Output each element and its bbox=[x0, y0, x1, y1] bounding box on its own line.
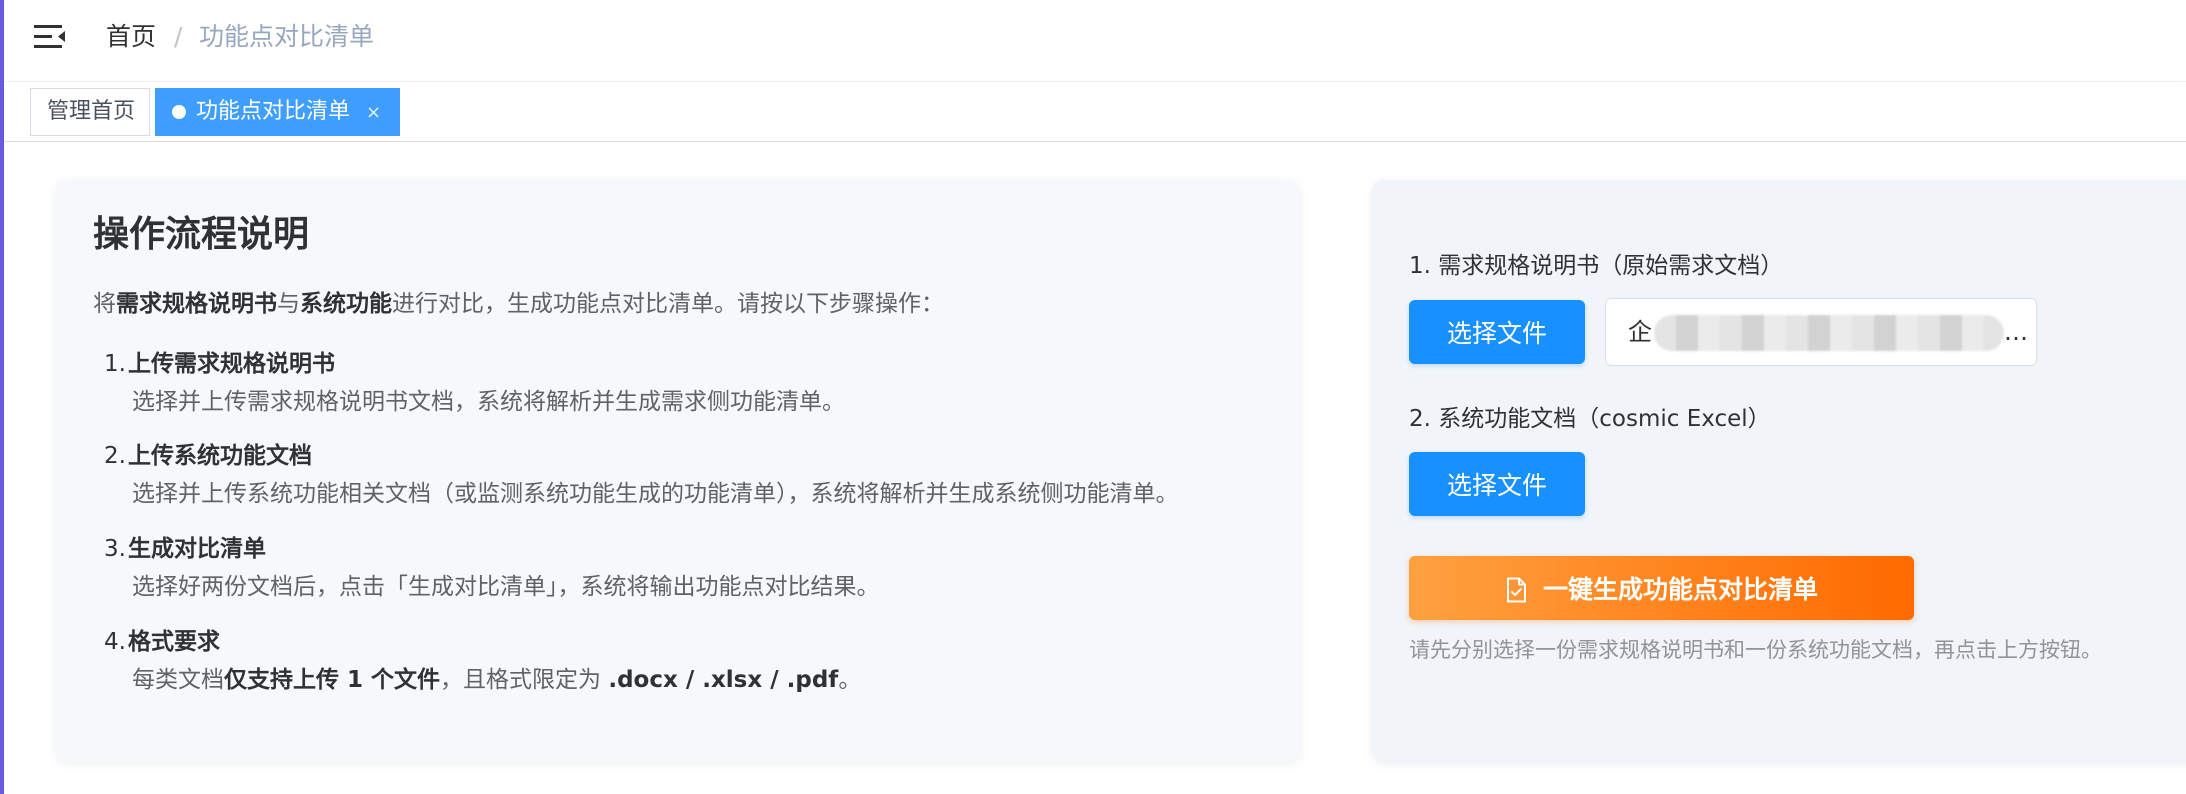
format-single-file: 仅支持上传 1 个文件 bbox=[224, 667, 441, 693]
spec-file-name: 企… bbox=[1605, 298, 2037, 366]
step-3: 3.生成对比清单 选择好两份文档后，点击「生成对比清单」，系统将输出功能点对比结… bbox=[104, 533, 1284, 603]
choose-system-file-button[interactable]: 选择文件 bbox=[1409, 452, 1585, 516]
format-extensions: .docx / .xlsx / .pdf bbox=[608, 667, 839, 693]
step-description: 每类文档仅支持上传 1 个文件，且格式限定为 .docx / .xlsx / .… bbox=[104, 664, 1284, 696]
step-1: 1.上传需求规格说明书 选择并上传需求规格说明书文档，系统将解析并生成需求侧功能… bbox=[104, 348, 1284, 418]
menu-fold-icon[interactable] bbox=[32, 22, 68, 52]
breadcrumb-separator: / bbox=[174, 22, 183, 51]
spec-doc-label: 1. 需求规格说明书（原始需求文档） bbox=[1409, 253, 1784, 279]
tag-function-compare[interactable]: 功能点对比清单 × bbox=[155, 88, 400, 136]
instructions-card: 操作流程说明 将需求规格说明书与系统功能进行对比，生成功能点对比清单。请按以下步… bbox=[56, 180, 1300, 762]
app: 首页 / 功能点对比清单 管理首页 功能点对比清单 × 操作流程说明 将需求规格说… bbox=[0, 0, 2186, 794]
instructions-title: 操作流程说明 bbox=[93, 214, 310, 255]
document-check-icon bbox=[1505, 577, 1527, 603]
file-name-ellipsis: … bbox=[2004, 318, 2028, 346]
generate-compare-label: 一键生成功能点对比清单 bbox=[1542, 575, 1818, 604]
generate-compare-button[interactable]: 一键生成功能点对比清单 bbox=[1409, 556, 1914, 620]
intro-spec: 需求规格说明书 bbox=[116, 291, 277, 317]
step-number: 2. bbox=[104, 443, 126, 469]
step-title: 上传系统功能文档 bbox=[128, 443, 312, 469]
format-mid: ，且格式限定为 bbox=[440, 667, 609, 693]
tag-active-label: 功能点对比清单 bbox=[196, 99, 351, 124]
intro-system: 系统功能 bbox=[300, 291, 392, 317]
file-name-prefix: 企 bbox=[1628, 318, 1652, 346]
intro-prefix: 将 bbox=[93, 291, 116, 317]
step-title: 生成对比清单 bbox=[128, 536, 266, 562]
close-icon[interactable]: × bbox=[366, 90, 381, 136]
tag-home[interactable]: 管理首页 bbox=[30, 88, 150, 136]
intro-suffix: 进行对比，生成功能点对比清单。请按以下步骤操作： bbox=[392, 291, 944, 317]
breadcrumb-home[interactable]: 首页 bbox=[106, 20, 156, 54]
redacted-filename bbox=[1654, 315, 2004, 351]
tag-home-label: 管理首页 bbox=[47, 99, 136, 124]
step-description: 选择并上传系统功能相关文档（或监测系统功能生成的功能清单），系统将解析并生成系统… bbox=[132, 481, 1179, 507]
step-description: 选择并上传需求规格说明书文档，系统将解析并生成需求侧功能清单。 bbox=[132, 389, 845, 415]
choose-spec-file-button[interactable]: 选择文件 bbox=[1409, 300, 1585, 364]
active-dot-icon bbox=[172, 105, 186, 119]
step-number: 3. bbox=[104, 536, 126, 562]
step-title: 格式要求 bbox=[128, 629, 220, 655]
step-description: 选择好两份文档后，点击「生成对比清单」，系统将输出功能点对比结果。 bbox=[132, 574, 880, 600]
format-suffix: 。 bbox=[838, 667, 862, 693]
breadcrumb-current: 功能点对比清单 bbox=[199, 22, 375, 51]
generate-hint: 请先分别选择一份需求规格说明书和一份系统功能文档，再点击上方按钮。 bbox=[1409, 638, 2102, 662]
step-number: 1. bbox=[104, 351, 126, 377]
step-2: 2.上传系统功能文档 选择并上传系统功能相关文档（或监测系统功能生成的功能清单）… bbox=[104, 440, 1284, 510]
tags-view-bar: 管理首页 功能点对比清单 × bbox=[4, 82, 2186, 142]
intro-mid: 与 bbox=[277, 291, 300, 317]
system-doc-label: 2. 系统功能文档（cosmic Excel） bbox=[1409, 406, 1771, 432]
step-4: 4.格式要求 每类文档仅支持上传 1 个文件，且格式限定为 .docx / .x… bbox=[104, 626, 1284, 696]
top-header: 首页 / 功能点对比清单 bbox=[4, 0, 2186, 82]
step-number: 4. bbox=[104, 629, 126, 655]
upload-card: 1. 需求规格说明书（原始需求文档） 选择文件 企… 2. 系统功能文档（cos… bbox=[1372, 180, 2186, 762]
format-prefix: 每类文档 bbox=[132, 667, 224, 693]
step-title: 上传需求规格说明书 bbox=[128, 351, 335, 377]
main-content: 操作流程说明 将需求规格说明书与系统功能进行对比，生成功能点对比清单。请按以下步… bbox=[4, 142, 2186, 794]
instructions-intro: 将需求规格说明书与系统功能进行对比，生成功能点对比清单。请按以下步骤操作： bbox=[93, 288, 944, 320]
